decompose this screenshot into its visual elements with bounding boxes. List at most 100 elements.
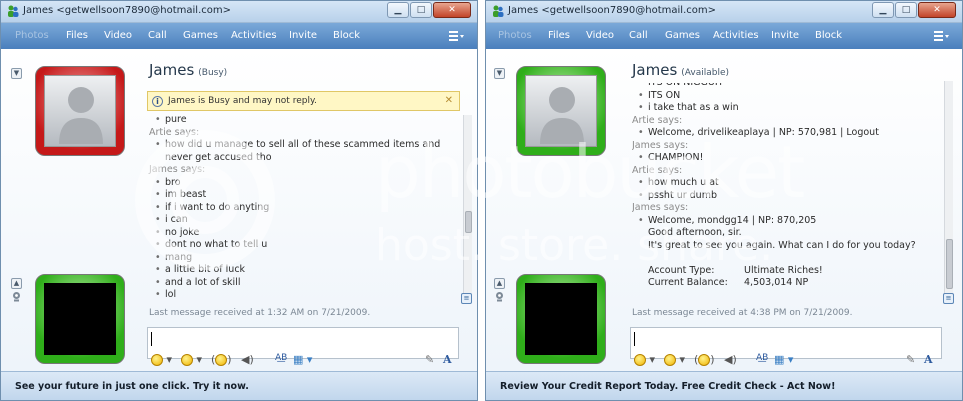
background-icon[interactable]: ▦ ▾ [293, 353, 312, 366]
chat-message: It's great to see you again. What can I … [648, 239, 916, 251]
chat-message: pure [149, 114, 440, 127]
options-menu-icon[interactable] [934, 30, 950, 42]
chat-message: CHAMPION! [632, 152, 916, 165]
wink-icon[interactable]: ▾ [664, 353, 685, 366]
scrollbar-thumb[interactable] [465, 211, 472, 233]
contact-display-name: James [632, 61, 678, 79]
my-avatar[interactable] [516, 274, 606, 364]
collapse-self-icon[interactable]: ▲ [494, 278, 505, 289]
nudge-icon[interactable]: () [211, 353, 232, 366]
ad-banner[interactable]: See your future in just one click. Try i… [1, 371, 477, 400]
my-avatar[interactable] [35, 274, 125, 364]
menu-files[interactable]: Files [548, 30, 570, 41]
text-caret [151, 332, 152, 346]
menu-invite[interactable]: Invite [289, 30, 317, 41]
compose-toolbar: ▾ ▾ () ◀) A͟B ▦ ▾ ✎ A [147, 350, 459, 370]
chat-message: i can [149, 214, 440, 227]
webcam-icon[interactable] [11, 291, 22, 302]
font-icon[interactable]: A͟B [275, 353, 287, 363]
close-button[interactable]: ✕ [918, 2, 956, 18]
expand-input-icon[interactable]: ≡ [943, 293, 954, 304]
compose-toolbar: ▾ ▾ () ◀) A͟B ▦ ▾ ✎ A [630, 350, 942, 370]
menu-block[interactable]: Block [815, 30, 842, 41]
menu-games[interactable]: Games [183, 30, 218, 41]
sender-header: James says: [632, 139, 689, 151]
handwriting-icon[interactable]: ✎ [906, 353, 915, 366]
menu-games[interactable]: Games [665, 30, 700, 41]
handwriting-icon[interactable]: ✎ [425, 353, 434, 366]
wink-icon[interactable]: ▾ [181, 353, 202, 366]
webcam-icon[interactable] [494, 291, 505, 302]
emoticon-icon[interactable]: ▾ [151, 353, 172, 366]
chat-message: im beast [149, 189, 440, 202]
busy-notification-bar: i James is Busy and may not reply. ✕ [147, 91, 460, 111]
balance-label: Current Balance: [648, 277, 728, 288]
title-bar[interactable]: James <getwellsoon7890@hotmail.com> ▁ □ … [1, 1, 477, 23]
account-type-value: Ultimate Riches! [744, 265, 823, 276]
menu-files[interactable]: Files [66, 30, 88, 41]
chat-message: how much u at [632, 177, 916, 190]
chat-message: never get accused tho [165, 151, 272, 163]
nudge-icon[interactable]: () [694, 353, 715, 366]
text-mode-icon[interactable]: A [443, 353, 452, 366]
collapse-self-icon[interactable]: ▲ [11, 278, 22, 289]
contact-avatar[interactable] [516, 66, 606, 156]
voice-clip-icon[interactable]: ◀) [724, 353, 737, 366]
sender-header: James says: [149, 164, 206, 175]
scrollbar-thumb[interactable] [946, 239, 953, 289]
collapse-contact-icon[interactable]: ▼ [11, 68, 22, 79]
title-bar[interactable]: James <getwellsoon7890@hotmail.com> ▁ □ … [486, 1, 962, 23]
contact-name: James (Busy) [149, 61, 227, 79]
chat-scrollbar[interactable] [944, 81, 953, 297]
minimize-button[interactable]: ▁ [387, 2, 409, 18]
voice-clip-icon[interactable]: ◀) [241, 353, 254, 366]
background-icon[interactable]: ▦ ▾ [774, 353, 793, 366]
maximize-button[interactable]: □ [895, 2, 917, 18]
last-message-info: Last message received at 4:38 PM on 7/21… [632, 308, 853, 318]
ad-text[interactable]: See your future in just one click. Try i… [15, 381, 249, 392]
menu-activities[interactable]: Activities [713, 30, 759, 41]
menu-invite[interactable]: Invite [771, 30, 799, 41]
my-display-picture [44, 283, 116, 355]
menu-call[interactable]: Call [148, 30, 167, 41]
action-menu-bar: Photos Files Video Call Games Activities… [486, 23, 962, 49]
expand-input-icon[interactable]: ≡ [461, 293, 472, 304]
collapse-contact-icon[interactable]: ▼ [494, 68, 505, 79]
minimize-button[interactable]: ▁ [872, 2, 894, 18]
contact-avatar[interactable] [35, 66, 125, 156]
left-chat-window: James <getwellsoon7890@hotmail.com> ▁ □ … [0, 0, 478, 401]
menu-photos[interactable]: Photos [498, 30, 532, 41]
menu-activities[interactable]: Activities [231, 30, 277, 41]
right-chat-window: James <getwellsoon7890@hotmail.com> ▁ □ … [485, 0, 963, 401]
maximize-button[interactable]: □ [410, 2, 432, 18]
chat-message: Good afternoon, sir. [648, 227, 742, 238]
ad-banner[interactable]: Review Your Credit Report Today. Free Cr… [486, 371, 962, 400]
chat-message: mang [149, 252, 440, 265]
menu-video[interactable]: Video [586, 30, 614, 41]
window-title: James <getwellsoon7890@hotmail.com> [508, 5, 716, 16]
balance-value: 4,503,014 NP [744, 277, 809, 288]
font-icon[interactable]: A͟B [756, 353, 768, 363]
sender-header: Artie says: [149, 126, 200, 138]
chat-message: if i want to do anyting [149, 202, 440, 215]
dismiss-icon[interactable]: ✕ [445, 95, 453, 106]
chat-message: pssht ur dumb [632, 190, 916, 203]
my-display-picture [525, 283, 597, 355]
chat-message: a little bit of luck [149, 264, 440, 277]
chat-message: how did u manage to sell all of these sc… [149, 139, 440, 152]
chat-message: and a lot of skill [149, 277, 440, 290]
ad-text[interactable]: Review Your Credit Report Today. Free Cr… [500, 381, 835, 392]
menu-video[interactable]: Video [104, 30, 132, 41]
menu-block[interactable]: Block [333, 30, 360, 41]
sender-header: James says: [632, 202, 689, 213]
menu-call[interactable]: Call [629, 30, 648, 41]
chat-scrollbar[interactable] [463, 115, 472, 301]
options-menu-icon[interactable] [449, 30, 465, 42]
text-mode-icon[interactable]: A [924, 353, 933, 366]
menu-photos[interactable]: Photos [15, 30, 49, 41]
contact-name: James (Available) [632, 61, 729, 79]
account-type-label: Account Type: [648, 265, 715, 276]
emoticon-icon[interactable]: ▾ [634, 353, 655, 366]
sender-header: Artie says: [632, 114, 683, 126]
close-button[interactable]: ✕ [433, 2, 471, 18]
